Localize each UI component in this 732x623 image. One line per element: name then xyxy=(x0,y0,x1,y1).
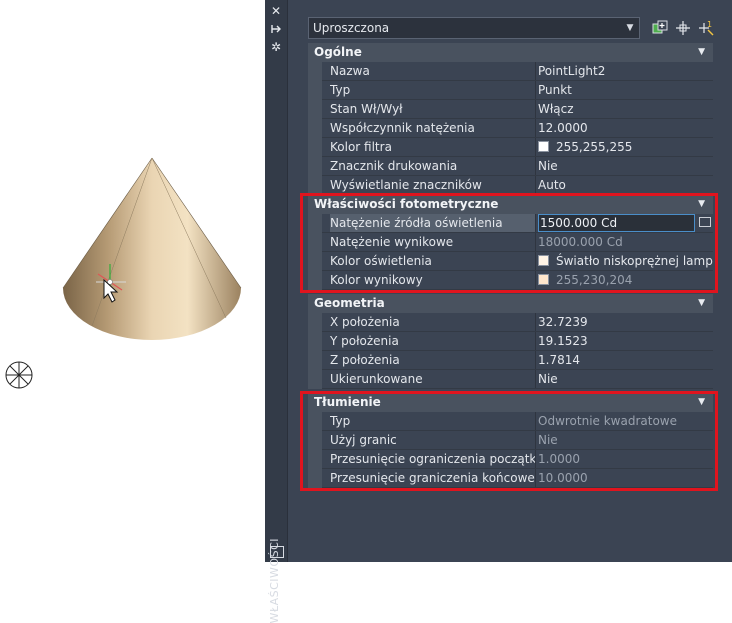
property-row[interactable]: Ukierunkowane Nie xyxy=(308,370,713,389)
chevron-down-icon: ▼ xyxy=(626,23,634,33)
property-row[interactable]: Stan Wł/Wył Włącz xyxy=(308,100,713,119)
toggle-pickadd-icon[interactable]: 1 xyxy=(695,18,715,38)
property-label: Znacznik drukowania xyxy=(330,159,458,173)
color-swatch xyxy=(538,141,549,152)
close-icon[interactable]: ✕ xyxy=(265,2,287,20)
property-value[interactable]: Punkt xyxy=(538,81,713,100)
section-title: Geometria xyxy=(314,296,385,310)
palette-title-strip[interactable]: ✕ ✲ WŁAŚCIWOŚCI xyxy=(265,0,288,623)
property-row[interactable]: Y położenia 19.1523 xyxy=(308,332,713,351)
property-value[interactable]: Nie xyxy=(538,157,713,176)
properties-palette: ✕ ✲ WŁAŚCIWOŚCI Uproszczona ▼ 1 Ogólne ▼… xyxy=(265,0,732,623)
property-value[interactable]: Nie xyxy=(538,370,713,389)
settings-icon[interactable]: ✲ xyxy=(265,38,287,56)
color-value: 255,255,255 xyxy=(556,140,633,154)
viewport-canvas xyxy=(5,157,242,389)
property-label: Y położenia xyxy=(330,334,399,348)
palette-menu-icon[interactable] xyxy=(270,546,284,558)
property-value[interactable]: PointLight2 xyxy=(538,62,713,81)
section-general-header[interactable]: Ogólne ▼ xyxy=(308,43,713,62)
property-label: Nazwa xyxy=(330,64,370,78)
cone-object[interactable] xyxy=(62,157,242,340)
collapse-arrow-icon[interactable]: ▼ xyxy=(698,294,705,313)
property-label: Stan Wł/Wył xyxy=(330,102,403,116)
pin-icon[interactable] xyxy=(265,20,287,38)
property-label: X położenia xyxy=(330,315,400,329)
property-row[interactable]: Typ Punkt xyxy=(308,81,713,100)
object-selector-dropdown[interactable]: Uproszczona ▼ xyxy=(308,17,640,39)
collapse-arrow-icon[interactable]: ▼ xyxy=(698,43,705,62)
property-row[interactable]: Znacznik drukowania Nie xyxy=(308,157,713,176)
property-value[interactable]: Włącz xyxy=(538,100,713,119)
property-label: Kolor filtra xyxy=(330,140,392,154)
drawing-viewport[interactable] xyxy=(0,0,265,562)
property-row[interactable]: X położenia 32.7239 xyxy=(308,313,713,332)
property-value[interactable]: 32.7239 xyxy=(538,313,713,332)
section-title: Ogólne xyxy=(314,45,362,59)
property-label: Współczynnik natężenia xyxy=(330,121,475,135)
property-row[interactable]: Nazwa PointLight2 xyxy=(308,62,713,81)
property-row[interactable]: Współczynnik natężenia 12.0000 xyxy=(308,119,713,138)
property-value[interactable]: 255,255,255 xyxy=(538,138,713,157)
property-value[interactable]: 1.7814 xyxy=(538,351,713,370)
highlight-box-photometric xyxy=(300,193,718,293)
select-objects-icon[interactable] xyxy=(673,18,693,38)
property-label: Typ xyxy=(330,83,351,97)
selector-value: Uproszczona xyxy=(313,21,390,35)
quick-select-icon[interactable] xyxy=(650,18,670,38)
property-value[interactable]: 12.0000 xyxy=(538,119,713,138)
property-row[interactable]: Z położenia 1.7814 xyxy=(308,351,713,370)
highlight-box-attenuation xyxy=(300,391,718,491)
property-label: Ukierunkowane xyxy=(330,372,423,386)
property-label: Z położenia xyxy=(330,353,400,367)
point-light-glyph[interactable] xyxy=(5,361,33,389)
property-value[interactable]: 19.1523 xyxy=(538,332,713,351)
svg-text:1: 1 xyxy=(707,20,712,29)
properties-content: Uproszczona ▼ 1 Ogólne ▼ Nazwa PointLight… xyxy=(295,0,732,562)
section-geometry-header[interactable]: Geometria ▼ xyxy=(308,294,713,313)
property-row[interactable]: Kolor filtra 255,255,255 xyxy=(308,138,713,157)
